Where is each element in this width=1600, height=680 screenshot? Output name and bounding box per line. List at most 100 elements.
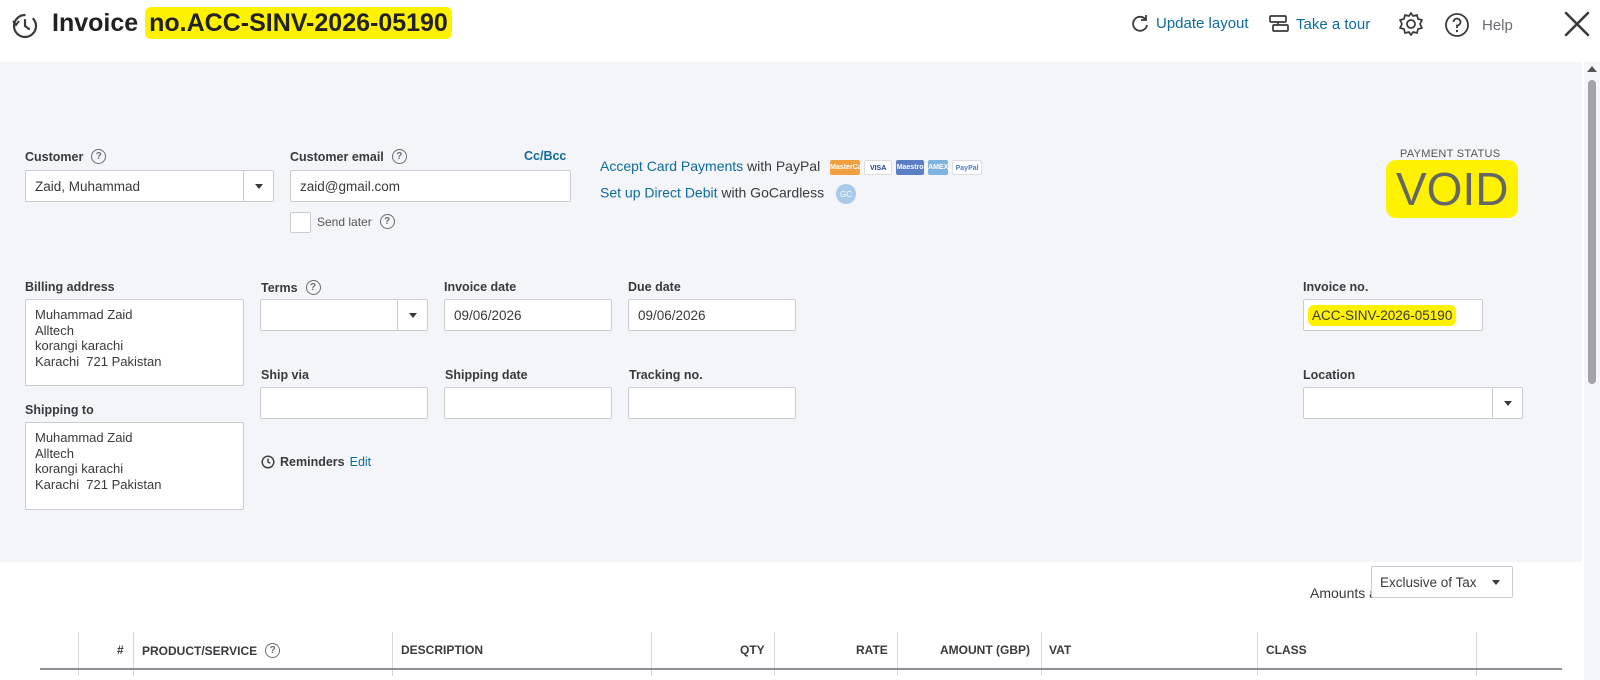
- product-help-icon[interactable]: ?: [265, 643, 281, 658]
- customer-label: Customer ?: [25, 149, 107, 164]
- direct-debit-link[interactable]: Set up Direct Debit: [600, 185, 718, 201]
- column-header-product: PRODUCT/SERVICE ?: [142, 643, 281, 658]
- location-label: Location: [1303, 368, 1356, 382]
- take-tour-button[interactable]: Take a tour: [1268, 13, 1370, 35]
- update-layout-button[interactable]: Update layout: [1130, 13, 1249, 33]
- billing-address-label: Billing address: [25, 280, 115, 294]
- send-later-help-icon[interactable]: ?: [379, 214, 395, 229]
- accept-card-payments-link[interactable]: Accept Card Payments: [600, 158, 743, 174]
- direct-debit-row: Set up Direct Debit with GoCardless GC: [600, 184, 856, 204]
- help-button[interactable]: Help: [1444, 12, 1513, 38]
- customer-help-icon[interactable]: ?: [91, 149, 107, 164]
- reminders-label: Reminders: [280, 455, 345, 469]
- take-tour-label: Take a tour: [1296, 15, 1371, 33]
- invoice-date-value: 09/06/2026: [454, 307, 522, 323]
- terms-label-text: Terms: [261, 280, 298, 295]
- update-layout-label: Update layout: [1156, 14, 1249, 32]
- ship-via-label: Ship via: [261, 368, 309, 382]
- card-logos: MasterCardVISA Maestro AMEX PayPal: [830, 158, 986, 175]
- chevron-down-icon: [254, 183, 263, 189]
- due-date-field[interactable]: 09/06/2026: [628, 299, 796, 331]
- column-header-qty: QTY: [740, 643, 765, 657]
- scroll-thumb[interactable]: [1588, 80, 1596, 384]
- title-prefix: Invoice: [52, 9, 139, 37]
- customer-email-value: zaid@gmail.com: [300, 178, 400, 194]
- reminders-row: Reminders Edit: [261, 455, 371, 469]
- location-dropdown-button[interactable]: [1492, 388, 1522, 418]
- shipping-line: korangi karachi: [35, 461, 124, 476]
- table-header-underline: [40, 668, 1562, 670]
- paypal-logo-icon: PayPal: [952, 159, 983, 175]
- customer-label-text: Customer: [25, 149, 84, 164]
- column-header-description: DESCRIPTION: [401, 643, 484, 657]
- column-header-number: #: [117, 643, 124, 657]
- customer-email-label-text: Customer email: [290, 149, 384, 164]
- shipping-line: Karachi 721 Pakistan: [35, 476, 162, 492]
- scroll-up-arrow-icon[interactable]: [1587, 66, 1597, 72]
- customer-select[interactable]: Zaid, Muhammad: [25, 170, 274, 202]
- payment-status-value: VOID: [1386, 160, 1519, 218]
- invoice-no-field[interactable]: ACC-SINV-2026-05190: [1303, 299, 1483, 331]
- tracking-no-label: Tracking no.: [629, 368, 703, 382]
- chevron-down-icon: [408, 312, 417, 318]
- location-select[interactable]: [1303, 387, 1523, 419]
- customer-email-field[interactable]: zaid@gmail.com: [290, 170, 571, 202]
- column-header-vat: VAT: [1049, 643, 1072, 657]
- billing-line: Alltech: [35, 322, 75, 338]
- vertical-scrollbar[interactable]: [1584, 62, 1600, 680]
- billing-line: Karachi 721 Pakistan: [35, 353, 162, 369]
- close-icon[interactable]: [1562, 9, 1592, 39]
- customer-email-help-icon[interactable]: ?: [391, 149, 407, 164]
- invoice-no-label: Invoice no.: [1303, 280, 1369, 294]
- paypal-row: Accept Card Payments with PayPal MasterC…: [600, 158, 986, 175]
- ship-via-field[interactable]: [260, 387, 428, 419]
- paypal-suffix: with PayPal: [743, 158, 821, 174]
- page-title: Invoice no.ACC-SINV-2026-05190: [52, 7, 452, 39]
- help-label: Help: [1482, 16, 1513, 34]
- amounts-are-value: Exclusive of Tax: [1380, 574, 1477, 590]
- clock-icon: [261, 455, 275, 469]
- payment-status-label: PAYMENT STATUS: [1400, 148, 1501, 160]
- shipping-line: Alltech: [35, 445, 75, 461]
- refresh-icon: [1132, 15, 1148, 32]
- amex-logo-icon: AMEX: [928, 159, 948, 175]
- reminders-edit-link[interactable]: Edit: [350, 455, 372, 469]
- billing-address-field[interactable]: Muhammad Zaid Alltech korangi karachi Ka…: [25, 299, 244, 386]
- mastercard-logo-icon: MasterCard: [830, 159, 869, 175]
- send-later-checkbox[interactable]: [290, 212, 311, 233]
- customer-value: Zaid, Muhammad: [35, 178, 141, 194]
- terms-select[interactable]: [260, 299, 428, 331]
- column-header-class: CLASS: [1266, 643, 1307, 657]
- amounts-are-select[interactable]: Exclusive of Tax: [1371, 566, 1513, 598]
- invoice-date-label: Invoice date: [444, 280, 517, 294]
- billing-line: Muhammad Zaid: [35, 307, 133, 322]
- customer-email-label: Customer email ?: [290, 149, 407, 164]
- invoice-date-field[interactable]: 09/06/2026: [444, 299, 612, 331]
- terms-label: Terms ?: [261, 280, 321, 295]
- customer-dropdown-button[interactable]: [243, 171, 273, 201]
- gear-icon[interactable]: [1398, 11, 1424, 37]
- invoice-no-value: ACC-SINV-2026-05190: [1308, 304, 1457, 326]
- tracking-no-field[interactable]: [628, 387, 796, 419]
- column-header-amount: AMOUNT (GBP): [940, 643, 1030, 657]
- shipping-line: Muhammad Zaid: [35, 430, 133, 445]
- shipping-date-field[interactable]: [444, 387, 612, 419]
- title-invoice-number: no.ACC-SINV-2026-05190: [145, 7, 452, 39]
- signpost-icon: [1269, 15, 1289, 32]
- send-later-label: Send later ?: [317, 214, 395, 229]
- maestro-logo-icon: Maestro: [896, 159, 925, 175]
- shipping-address-field[interactable]: Muhammad Zaid Alltech korangi karachi Ka…: [25, 422, 244, 510]
- recent-history-icon[interactable]: [10, 11, 40, 41]
- gocardless-logo-icon: GC: [835, 184, 856, 204]
- cc-bcc-link[interactable]: Cc/Bcc: [524, 149, 566, 163]
- chevron-down-icon: [1503, 400, 1512, 406]
- shipping-date-label: Shipping date: [445, 368, 528, 382]
- chevron-down-icon: [1492, 580, 1500, 585]
- gocardless-suffix: with GoCardless: [717, 184, 825, 201]
- question-circle-icon: [1445, 13, 1469, 37]
- visa-logo-icon: VISA: [864, 159, 893, 175]
- billing-line: korangi karachi: [35, 338, 124, 353]
- terms-dropdown-button[interactable]: [397, 300, 427, 330]
- terms-help-icon[interactable]: ?: [305, 280, 321, 295]
- shipping-to-label: Shipping to: [25, 403, 94, 417]
